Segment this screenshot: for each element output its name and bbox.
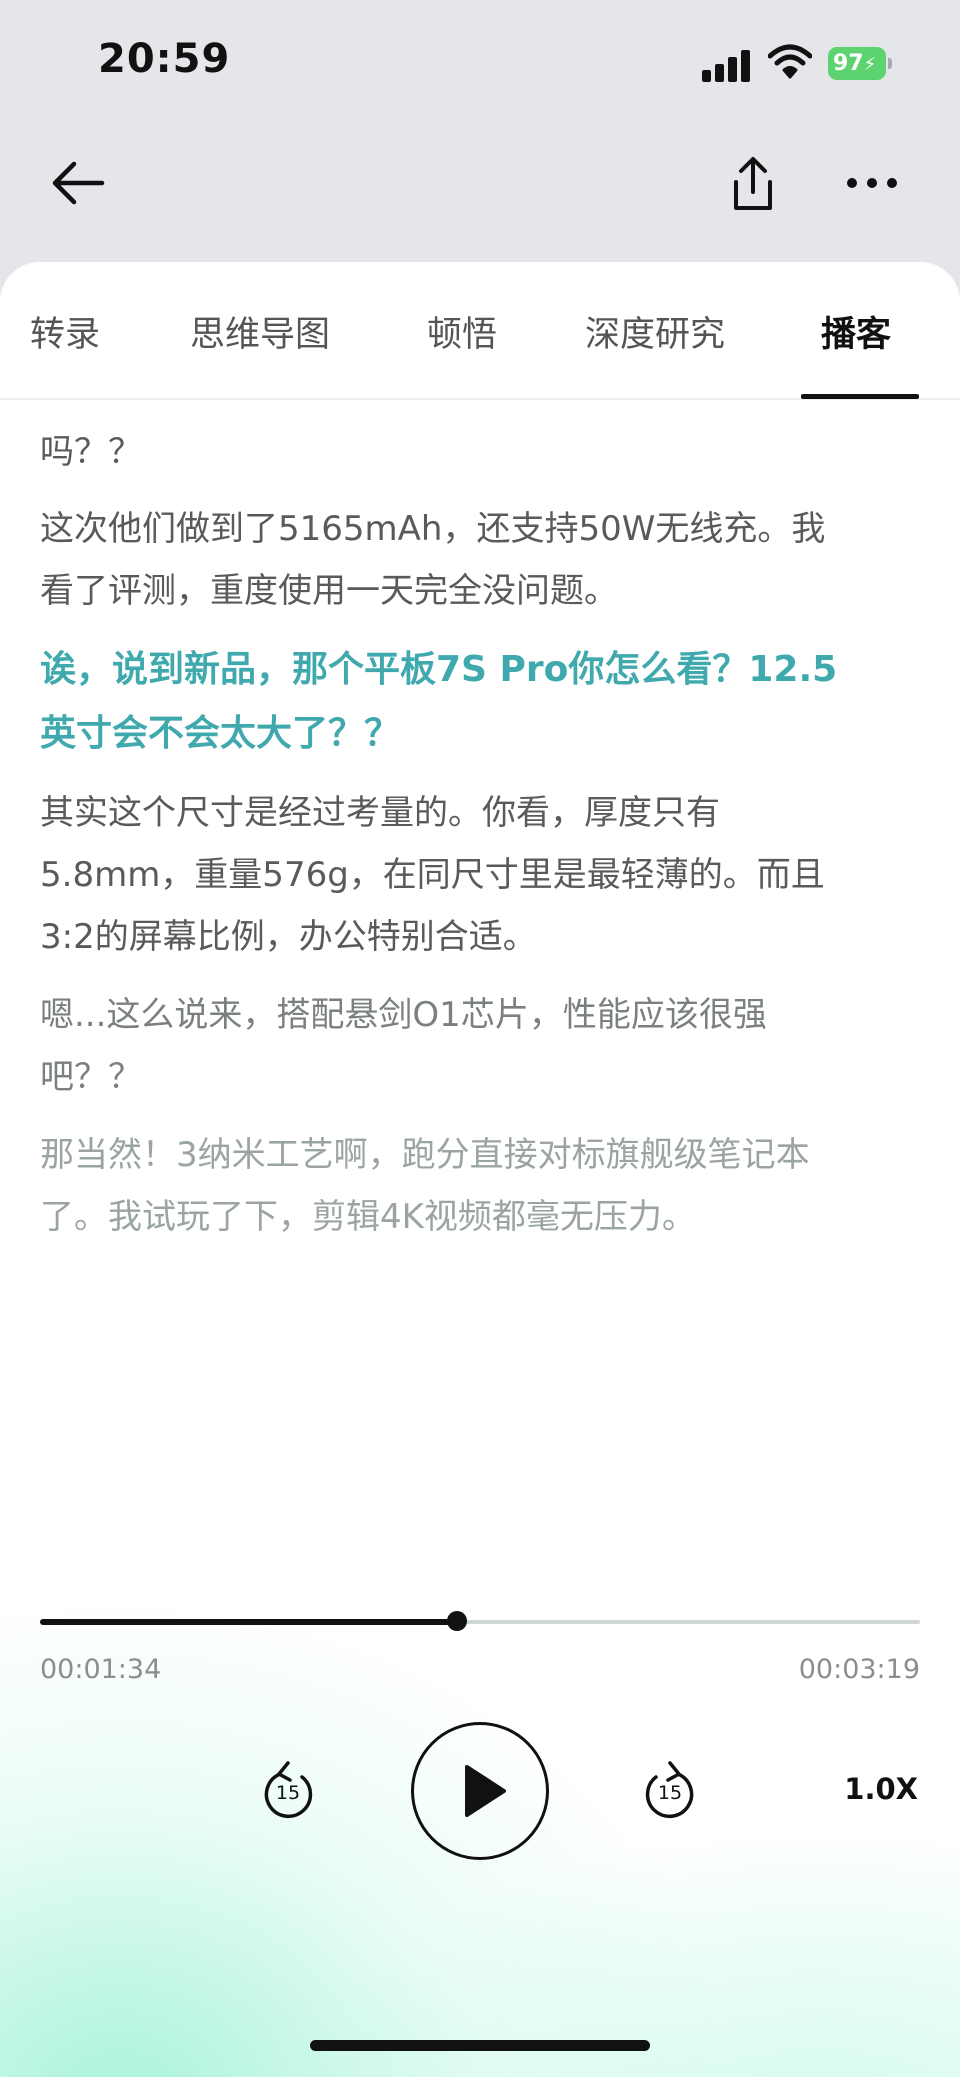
battery-level: 97 bbox=[833, 51, 864, 76]
progress-slider[interactable] bbox=[40, 1611, 920, 1631]
battery-charging-icon: 97⚡ bbox=[828, 47, 892, 80]
rewind-seconds: 15 bbox=[275, 1782, 301, 1804]
transcript-line-host: 嗯...这么说来，搭配悬剑O1芯片，性能应该很强吧？？ bbox=[40, 995, 767, 1097]
status-time: 20:59 bbox=[98, 36, 231, 82]
tab-bar: 转录 思维导图 顿悟 深度研究 播客 bbox=[0, 262, 960, 400]
play-button[interactable] bbox=[411, 1722, 549, 1860]
transcript-line-host: 吗？？ bbox=[40, 432, 142, 472]
transcript-line-guest: 其实这个尺寸是经过考量的。你看，厚度只有5.8mm，重量576g，在同尺寸里是最… bbox=[40, 793, 825, 957]
forward-15-button[interactable]: 15 bbox=[640, 1760, 700, 1824]
content-sheet: 转录 思维导图 顿悟 深度研究 播客 吗？？ 这次他们做到了5165mAh，还支… bbox=[0, 262, 960, 2077]
tab-insight[interactable]: 顿悟 bbox=[427, 306, 497, 357]
progress-fill bbox=[40, 1619, 458, 1625]
signal-icon bbox=[702, 48, 750, 82]
total-time: 00:03:19 bbox=[798, 1654, 920, 1685]
podcast-transcript: 吗？？ 这次他们做到了5165mAh，还支持50W无线充。我看了评测，重度使用一… bbox=[40, 422, 840, 1264]
status-bar: 20:59 97⚡ bbox=[0, 0, 960, 130]
playback-speed-button[interactable]: 1.0X bbox=[844, 1772, 918, 1806]
forward-seconds: 15 bbox=[657, 1782, 683, 1804]
tab-mind-map[interactable]: 思维导图 bbox=[190, 306, 330, 357]
play-icon bbox=[465, 1765, 506, 1817]
home-indicator[interactable] bbox=[310, 2040, 650, 2051]
tab-podcast[interactable]: 播客 bbox=[821, 306, 891, 357]
active-tab-indicator bbox=[801, 394, 919, 399]
current-time: 00:01:34 bbox=[40, 1654, 162, 1685]
transcript-line-host: 诶，说到新品，那个平板7S Pro你怎么看？12.5英寸会不会太大了？？ bbox=[40, 649, 838, 754]
tab-deep-research[interactable]: 深度研究 bbox=[585, 306, 725, 357]
tab-transcript[interactable]: 转录 bbox=[30, 306, 100, 357]
transcript-line-guest: 那当然！3纳米工艺啊，跑分直接对标旗舰级笔记本了。我试玩了下，剪辑4K视频都毫无… bbox=[40, 1135, 810, 1237]
more-icon[interactable] bbox=[846, 176, 898, 190]
rewind-15-button[interactable]: 15 bbox=[258, 1760, 318, 1824]
wifi-icon bbox=[768, 44, 812, 79]
transcript-line-guest: 这次他们做到了5165mAh，还支持50W无线充。我看了评测，重度使用一天完全没… bbox=[40, 509, 826, 611]
share-icon[interactable] bbox=[728, 156, 778, 212]
progress-knob[interactable] bbox=[447, 1611, 468, 1631]
back-arrow-icon[interactable] bbox=[50, 158, 106, 208]
podcast-screen: 20:59 97⚡ 转录 思维导图 顿悟 深度研究 播客 吗？？ 这次他们做到了… bbox=[0, 0, 960, 2077]
